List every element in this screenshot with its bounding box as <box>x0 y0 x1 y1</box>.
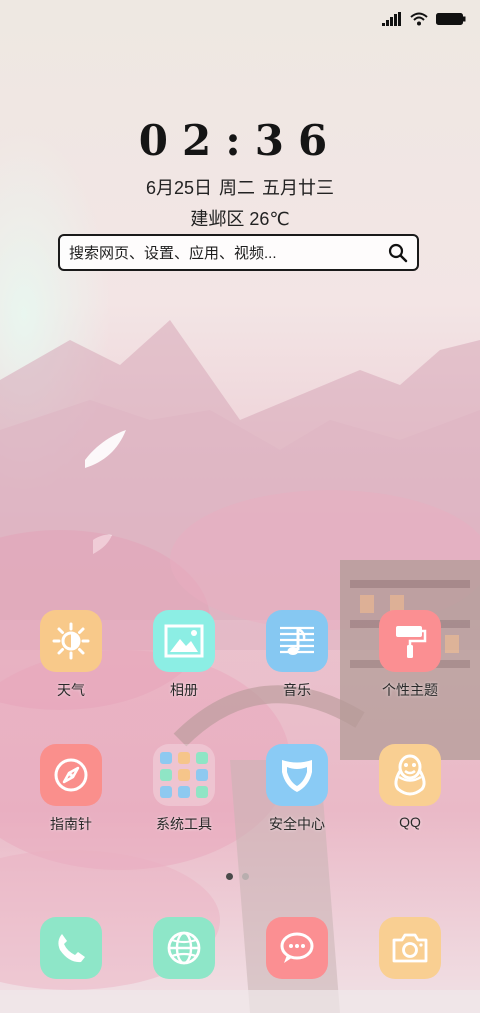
date-line[interactable]: 6月25日 周二 五月廿三 <box>0 174 480 200</box>
phone-icon[interactable] <box>40 917 102 979</box>
app-security-center[interactable]: 安全中心 <box>247 744 347 834</box>
date-text: 6月25日 <box>145 178 213 198</box>
app-music[interactable]: 音乐 <box>247 610 347 700</box>
lunar-date-text: 五月廿三 <box>262 178 335 198</box>
status-bar <box>382 11 466 31</box>
penguin-icon[interactable] <box>379 744 441 806</box>
paint-roller-icon[interactable] <box>379 610 441 672</box>
app-system-tools-folder[interactable]: 系统工具 <box>134 744 234 834</box>
app-label-security-center: 安全中心 <box>269 816 325 832</box>
message-icon[interactable] <box>266 917 328 979</box>
app-label-compass: 指南针 <box>50 816 92 832</box>
mini-app-icon <box>196 786 208 798</box>
mini-app-icon <box>160 769 172 781</box>
sun-icon[interactable] <box>40 610 102 672</box>
app-label-themes: 个性主题 <box>382 682 438 698</box>
dock-browser[interactable] <box>134 917 234 979</box>
app-qq[interactable]: QQ <box>360 744 460 830</box>
browser-globe-icon[interactable] <box>153 917 215 979</box>
search-placeholder[interactable]: 搜索网页、设置、应用、视频... <box>69 242 385 263</box>
wifi-icon <box>410 12 428 31</box>
camera-icon[interactable] <box>379 917 441 979</box>
temperature-text: 26℃ <box>249 209 290 229</box>
page-indicator <box>226 873 249 880</box>
dock-camera[interactable] <box>360 917 460 979</box>
app-weather[interactable]: 天气 <box>21 610 121 700</box>
dock-phone[interactable] <box>21 917 121 979</box>
music-note-icon[interactable] <box>266 610 328 672</box>
location-text: 建邺区 <box>190 209 245 229</box>
search-icon[interactable] <box>385 240 411 266</box>
dock-messages[interactable] <box>247 917 347 979</box>
app-label-weather: 天气 <box>57 682 85 698</box>
mini-app-icon <box>178 786 190 798</box>
signal-bars-icon <box>382 11 402 31</box>
app-label-music: 音乐 <box>283 682 311 698</box>
battery-icon <box>436 12 466 31</box>
app-label-system-tools: 系统工具 <box>156 816 212 832</box>
mini-app-icon <box>178 769 190 781</box>
app-themes[interactable]: 个性主题 <box>360 610 460 700</box>
clock-time[interactable]: 02:36 <box>0 116 480 165</box>
mini-app-icon <box>178 752 190 764</box>
page-dot-2 <box>242 873 249 880</box>
picture-icon[interactable] <box>153 610 215 672</box>
compass-icon[interactable] <box>40 744 102 806</box>
app-label-gallery: 相册 <box>170 682 198 698</box>
folder-icon[interactable] <box>153 744 215 806</box>
weather-line[interactable]: 建邺区 26℃ <box>0 205 480 231</box>
mini-app-icon <box>196 769 208 781</box>
shield-icon[interactable] <box>266 744 328 806</box>
weekday-text: 周二 <box>219 178 256 198</box>
app-label-qq: QQ <box>399 814 421 830</box>
page-dot-1 <box>226 873 233 880</box>
search-bar[interactable]: 搜索网页、设置、应用、视频... <box>58 234 419 271</box>
mini-app-icon <box>160 786 172 798</box>
mini-app-icon <box>160 752 172 764</box>
mini-app-icon <box>196 752 208 764</box>
app-gallery[interactable]: 相册 <box>134 610 234 700</box>
app-compass[interactable]: 指南针 <box>21 744 121 834</box>
